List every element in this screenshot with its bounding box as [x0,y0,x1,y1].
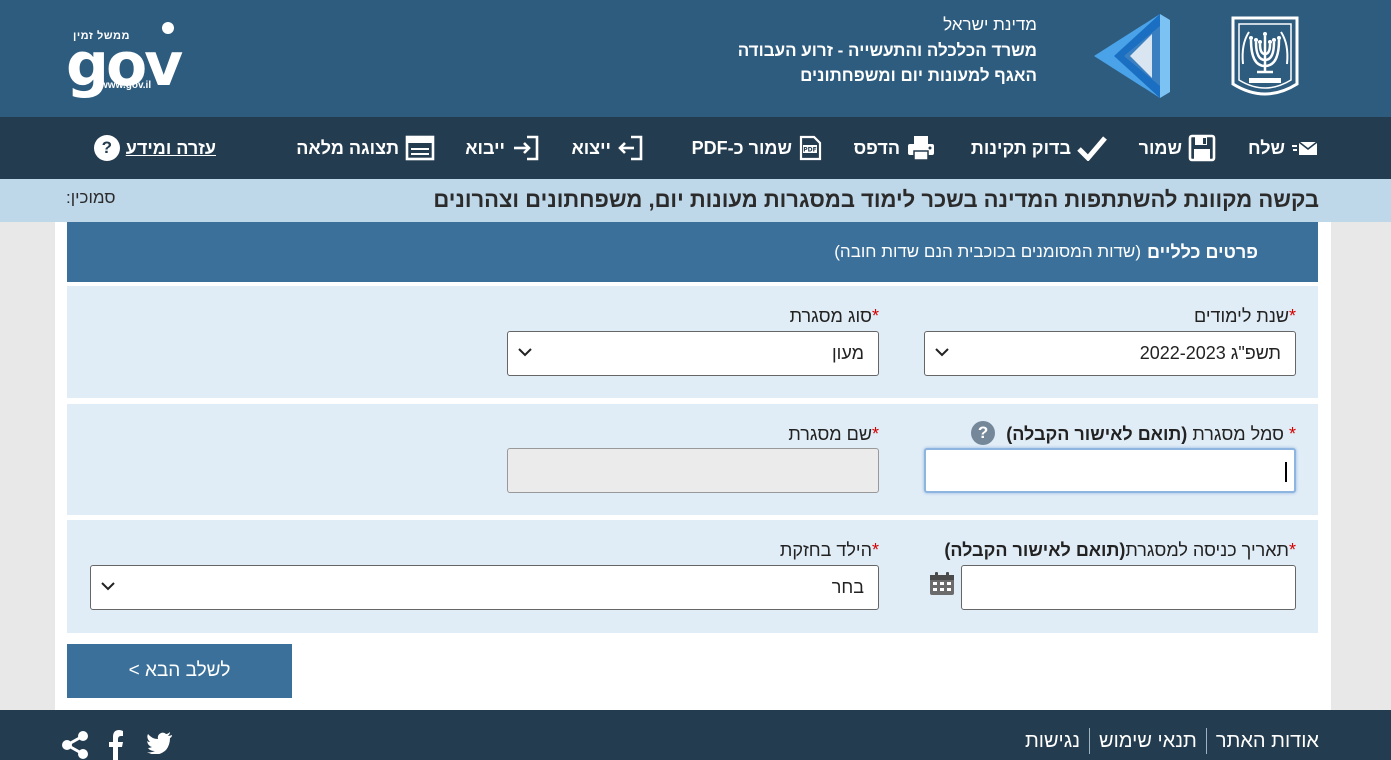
entry-date-input[interactable] [961,565,1296,610]
gov-logo-dot [162,22,174,34]
department-title: האגף למעונות יום ומשפחתונים [800,66,1037,85]
next-step-button[interactable]: לשלב הבא > [67,644,292,698]
chevron-down-icon [935,348,949,357]
framework-code-label: * סמל מסגרת (תואם לאישור הקבלה) [1006,424,1296,444]
send-button[interactable]: שלח [1248,117,1319,179]
save-pdf-label: שמור כ-PDF [691,137,792,158]
twitter-icon[interactable] [146,730,174,754]
section-title: פרטים כלליים [1147,241,1258,262]
section-note: (שדות המסומנים בכוכבית הנם שדות חובה) [834,242,1141,261]
chevron-down-icon [101,582,115,591]
required-mark: * [1288,424,1296,444]
export-button[interactable]: ייצוא [571,117,645,179]
save-button[interactable]: שמור [1139,117,1216,179]
form-row-year-type: *שנת לימודים תשפ"ג 2022-2023 *סוג מסגרת … [67,286,1318,398]
printer-icon [908,136,934,161]
state-emblem-icon [1231,16,1299,96]
page-title: בקשה מקוונת להשתתפות המדינה בשכר לימוד ב… [433,187,1319,212]
help-label: עזרה ומידע [125,137,216,158]
entry-date-label: *תאריך כניסה למסגרת(תואם לאישור הקבלה) [944,540,1296,560]
custody-value: בחר [831,577,864,597]
school-year-label: *שנת לימודים [1194,306,1296,326]
floppy-icon [1188,134,1216,162]
reference-label: סמוכין: [66,188,116,207]
framework-code-input[interactable] [924,448,1296,493]
gov-logo[interactable]: ממשל זמין gov www.gov.il [66,20,183,100]
export-label: ייצוא [571,137,611,158]
chevron-down-icon [518,348,532,357]
text-caret [1285,462,1287,482]
footer-links: אודות האתר תנאי שימוש נגישות [1025,728,1319,754]
pdf-icon: PDF [799,135,822,161]
framework-name-input [507,448,879,493]
help-button[interactable]: עזרה ומידע ? [93,117,216,179]
school-year-select[interactable]: תשפ"ג 2022-2023 [924,331,1296,376]
framework-type-select[interactable]: מעון [507,331,879,376]
window-icon [405,135,435,161]
full-view-button[interactable]: תצוגה מלאה [296,117,435,179]
save-pdf-button[interactable]: PDF שמור כ-PDF [692,117,822,179]
custody-select[interactable]: בחר [90,565,879,610]
custody-label: *הילד בחזקת [779,540,879,560]
school-year-value: תשפ"ג 2022-2023 [1139,343,1281,363]
question-icon[interactable]: ? [971,421,995,445]
full-view-label: תצוגה מלאה [296,137,399,158]
question-icon: ? [93,135,120,161]
framework-type-value: מעון [831,343,864,363]
import-label: ייבוא [465,137,505,158]
send-label: שלח [1247,137,1285,158]
section-header: פרטים כלליים (שדות המסומנים בכוכבית הנם … [67,222,1318,282]
ministry-name: מדינת ישראל משרד הכלכלה והתעשייה - זרוע … [737,12,1037,89]
framework-type-label: *סוג מסגרת [789,306,879,326]
footer-link-terms[interactable]: תנאי שימוש [1089,728,1206,754]
required-mark: * [871,540,879,560]
ministry-title: משרד הכלכלה והתעשייה - זרוע העבודה [737,40,1037,60]
print-button[interactable]: הדפס [854,117,936,179]
site-footer: אודות האתר תנאי שימוש נגישות [0,710,1391,760]
site-header: מדינת ישראל משרד הכלכלה והתעשייה - זרוע … [0,0,1391,117]
save-label: שמור [1138,137,1182,158]
calendar-icon[interactable] [929,572,955,596]
page-title-bar: בקשה מקוונת להשתתפות המדינה בשכר לימוד ב… [0,179,1391,222]
envelope-icon [1292,141,1318,155]
export-icon [618,135,643,161]
import-icon [514,135,539,161]
validate-label: בדוק תקינות [970,137,1071,158]
form-row-date-custody: *תאריך כניסה למסגרת(תואם לאישור הקבלה) *… [67,520,1318,633]
required-mark: * [1288,540,1296,560]
form-container: פרטים כלליים (שדות המסומנים בכוכבית הנם … [55,222,1331,710]
print-label: הדפס [853,137,900,158]
required-mark: * [1288,306,1296,326]
footer-link-accessibility[interactable]: נגישות [1025,728,1089,754]
service-logo-icon [1094,14,1170,98]
framework-name-label: *שם מסגרת [788,424,879,444]
validate-button[interactable]: בדוק תקינות [971,117,1107,179]
footer-link-about[interactable]: אודות האתר [1205,728,1319,754]
facebook-icon[interactable] [108,730,124,760]
required-mark: * [871,306,879,326]
state-name: מדינת ישראל [943,15,1037,34]
share-icon[interactable] [60,730,90,760]
required-mark: * [871,424,879,444]
gov-logo-url: www.gov.il [100,80,152,91]
form-row-code-name: * סמל מסגרת (תואם לאישור הקבלה) ? *שם מס… [67,404,1318,515]
form-toolbar: שלח שמור בדוק תקינות הדפס PDF שמור כ-PDF… [0,117,1391,179]
svg-text:PDF: PDF [803,147,816,154]
import-button[interactable]: ייבוא [465,117,541,179]
checkmark-icon [1077,136,1107,161]
